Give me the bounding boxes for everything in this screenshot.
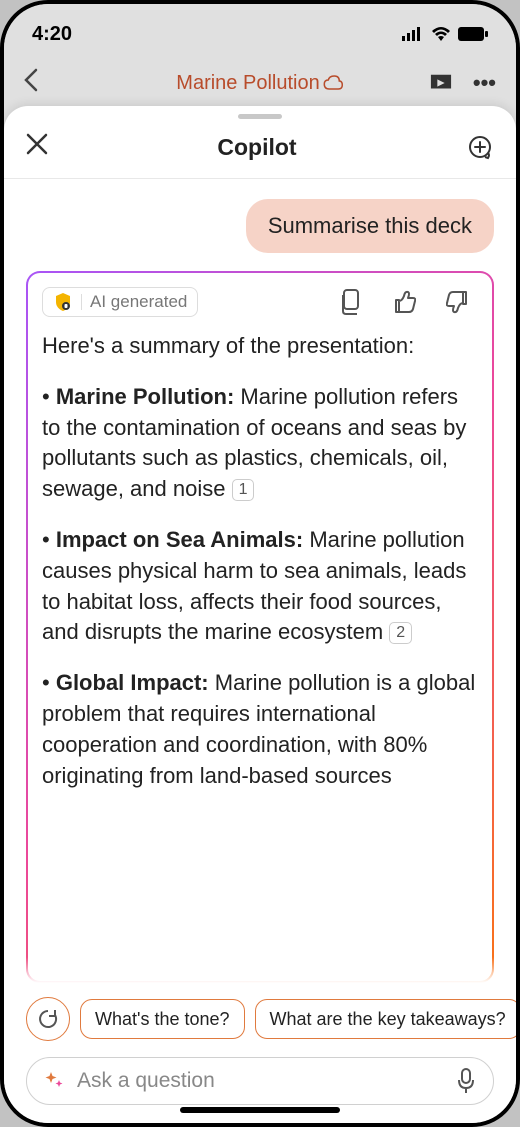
thumbs-down-icon[interactable] xyxy=(446,289,470,315)
citation-1[interactable]: 1 xyxy=(232,479,255,501)
copy-icon[interactable] xyxy=(338,289,362,315)
ai-badge-text: AI generated xyxy=(90,292,187,312)
citation-2[interactable]: 2 xyxy=(389,622,412,644)
response-intro: Here's a summary of the presentation: xyxy=(42,331,478,362)
sparkle-icon xyxy=(43,1070,65,1092)
thumbs-up-icon[interactable] xyxy=(392,289,416,315)
back-button[interactable] xyxy=(24,67,38,99)
battery-icon xyxy=(458,27,488,41)
shield-icon xyxy=(53,292,73,312)
cellular-icon xyxy=(402,27,424,41)
new-chat-button[interactable] xyxy=(466,134,494,162)
copilot-sheet: Copilot Summarise this deck AI generated xyxy=(4,106,516,1123)
doc-title-text: Marine Pollution xyxy=(176,72,319,95)
cloud-icon xyxy=(324,75,344,91)
status-time: 4:20 xyxy=(32,23,72,46)
input-box[interactable]: Ask a question xyxy=(26,1057,494,1105)
bullet-3: • Global Impact: Marine pollution is a g… xyxy=(42,668,478,791)
app-header: Marine Pollution ••• xyxy=(4,58,516,108)
home-indicator[interactable] xyxy=(180,1107,340,1113)
sheet-title: Copilot xyxy=(217,134,296,161)
response-text: Here's a summary of the presentation: • … xyxy=(42,331,478,791)
ai-response-card: AI generated Here's a summary of the pre… xyxy=(26,271,494,983)
sheet-header: Copilot xyxy=(4,119,516,179)
chat-area: Summarise this deck AI generated xyxy=(4,179,516,983)
close-button[interactable] xyxy=(26,133,48,162)
wifi-icon xyxy=(430,26,452,42)
bullet-1: • Marine Pollution: Marine pollution ref… xyxy=(42,382,478,505)
mic-icon[interactable] xyxy=(455,1068,477,1094)
ai-generated-badge: AI generated xyxy=(42,287,198,317)
more-icon[interactable]: ••• xyxy=(473,70,496,96)
suggestion-pill-2[interactable]: What are the key takeaways? xyxy=(255,999,516,1040)
doc-title[interactable]: Marine Pollution xyxy=(176,72,343,95)
user-message: Summarise this deck xyxy=(246,199,494,253)
status-bar: 4:20 xyxy=(4,4,516,58)
bullet-2: • Impact on Sea Animals: Marine pollutio… xyxy=(42,525,478,648)
suggestions-row: What's the tone? What are the key takeaw… xyxy=(4,983,516,1049)
suggestion-pill-1[interactable]: What's the tone? xyxy=(80,999,245,1040)
presentation-icon[interactable] xyxy=(427,72,455,94)
status-icons xyxy=(402,26,488,42)
input-placeholder: Ask a question xyxy=(77,1069,443,1093)
refresh-button[interactable] xyxy=(26,997,70,1041)
